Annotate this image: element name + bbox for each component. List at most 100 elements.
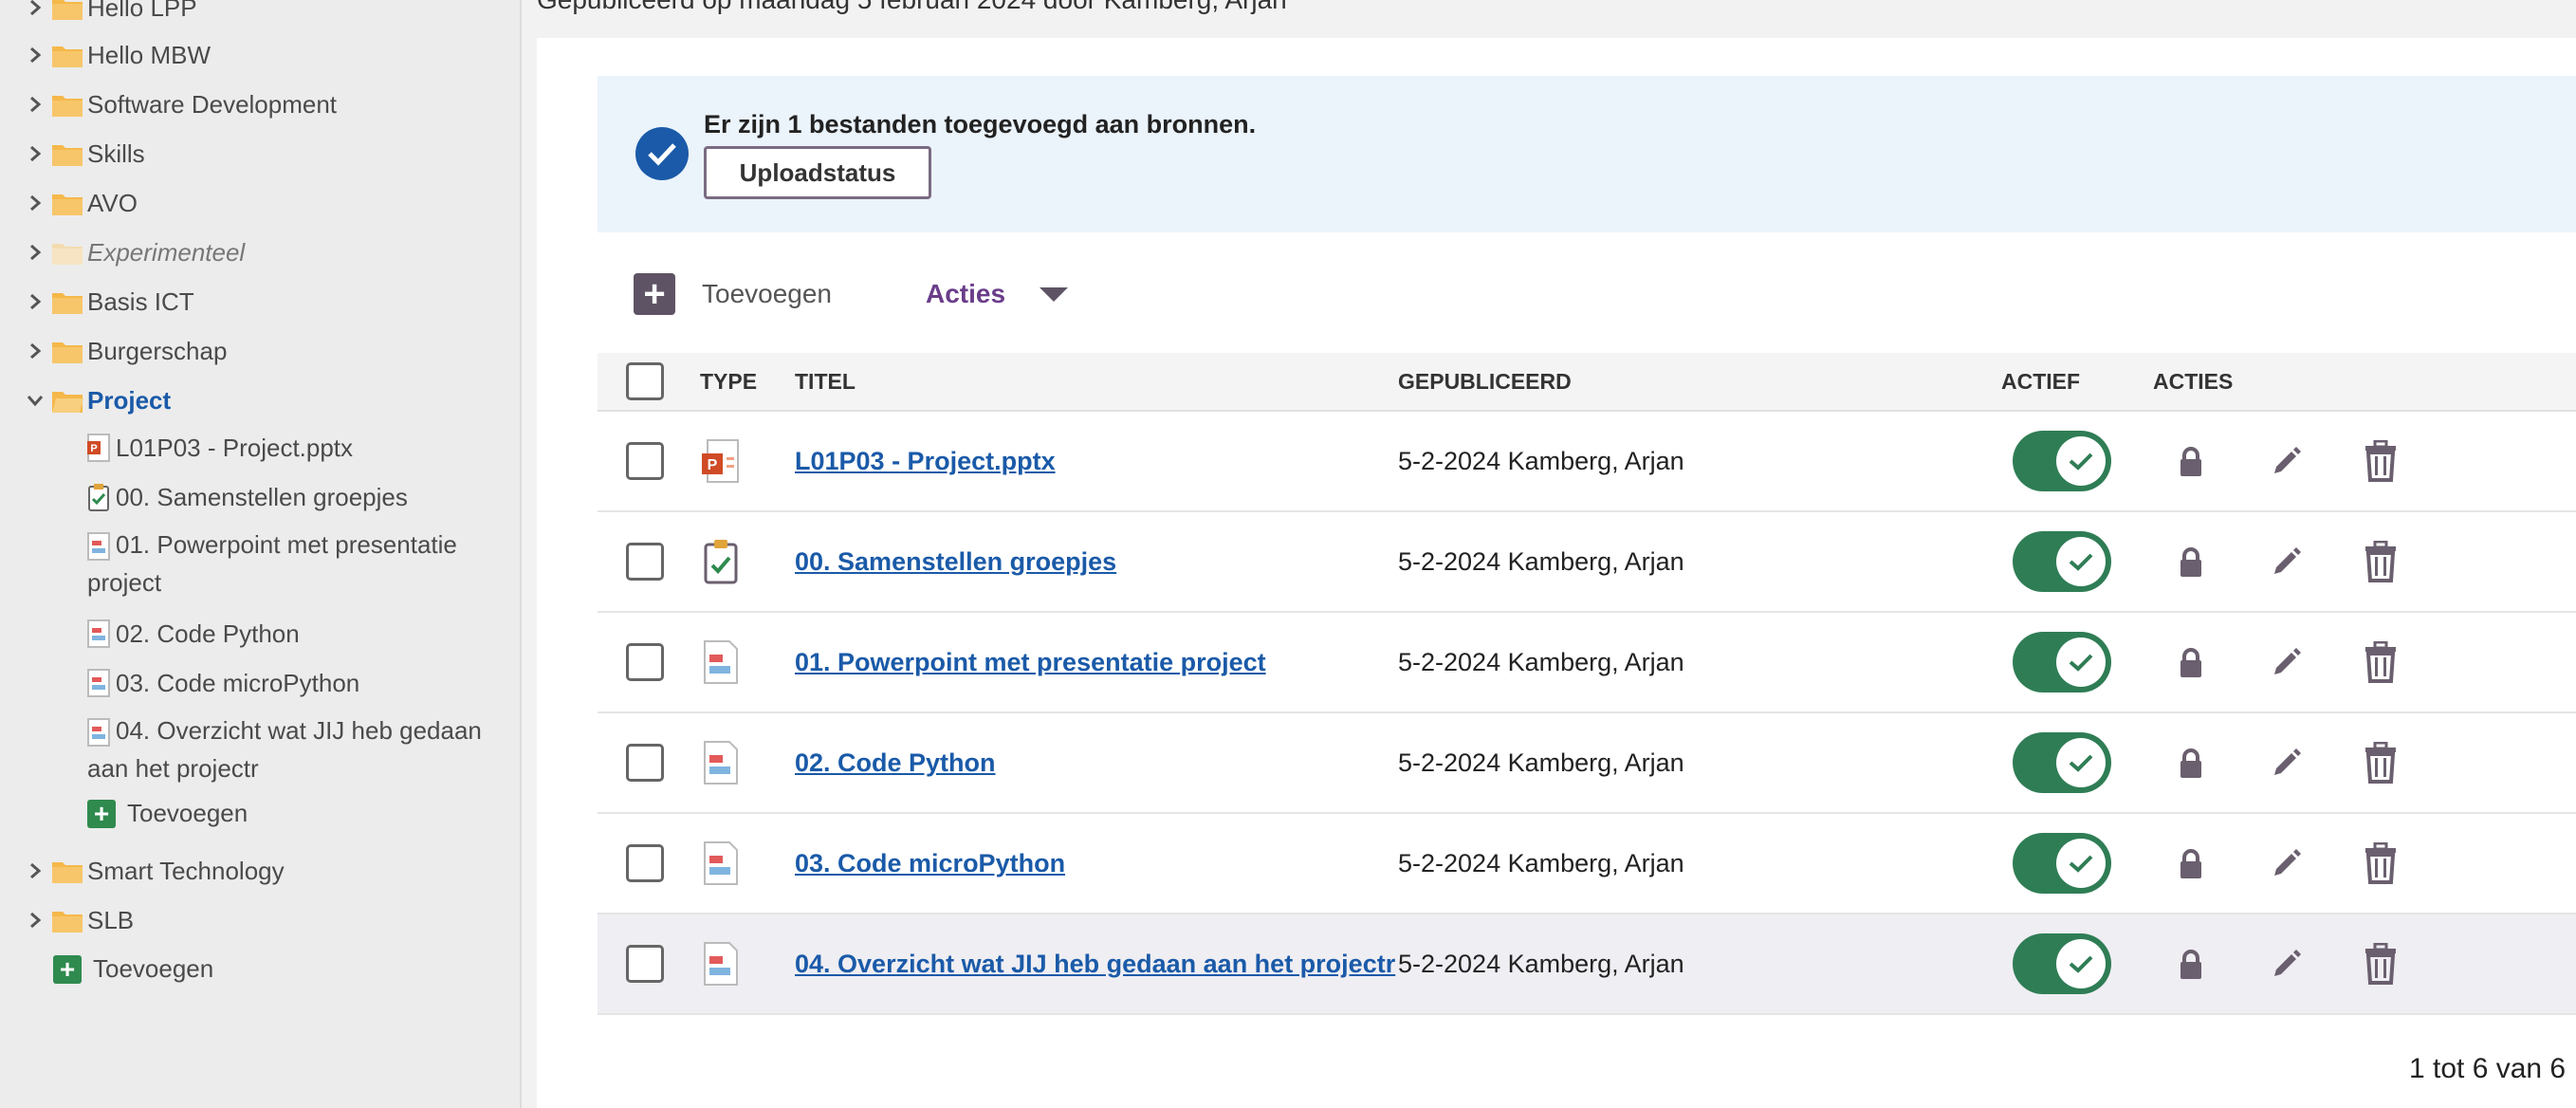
lock-icon[interactable] xyxy=(2178,949,2204,981)
row-checkbox[interactable] xyxy=(626,543,664,581)
tree-folder-label: Experimenteel xyxy=(87,237,246,267)
chevron-right-icon[interactable] xyxy=(27,96,44,113)
chevron-right-icon[interactable] xyxy=(27,912,44,929)
folder-icon xyxy=(52,145,83,166)
root-add-button[interactable]: + Toevoegen xyxy=(53,954,213,984)
row-published: 5-2-2024 Kamberg, Arjan xyxy=(1398,950,1684,978)
add-label: Toevoegen xyxy=(127,799,248,827)
pptx-file-icon: P xyxy=(87,434,110,463)
tree-folder-label: Hello MBW xyxy=(87,40,212,69)
upload-notice: Er zijn 1 bestanden toegevoegd aan bronn… xyxy=(598,76,2576,232)
plus-icon: + xyxy=(87,799,116,828)
row-checkbox[interactable] xyxy=(626,442,664,480)
tree-item-page[interactable]: 01. Powerpoint met presentatie project xyxy=(87,526,495,601)
page-file-icon xyxy=(704,841,738,885)
active-toggle[interactable] xyxy=(2013,833,2111,894)
folder-icon xyxy=(52,244,83,265)
chevron-right-icon[interactable] xyxy=(27,293,44,310)
notice-message: Er zijn 1 bestanden toegevoegd aan bronn… xyxy=(704,110,1257,138)
tree-item-label: L01P03 - Project.pptx xyxy=(116,434,354,463)
published-info: Gepubliceerd op maandag 5 februari 2024 … xyxy=(537,0,1287,15)
active-toggle[interactable] xyxy=(2013,632,2111,692)
chevron-right-icon[interactable] xyxy=(27,862,44,879)
folder-open-icon xyxy=(52,392,83,413)
tree-item-pptx[interactable]: P L01P03 - Project.pptx xyxy=(87,427,353,467)
project-add-button[interactable]: + Toevoegen xyxy=(87,799,248,828)
col-type[interactable]: TYPE xyxy=(700,353,757,410)
tree-folder-label: Skills xyxy=(87,138,145,168)
row-checkbox[interactable] xyxy=(626,844,664,882)
row-published: 5-2-2024 Kamberg, Arjan xyxy=(1398,447,1684,475)
table-row: 04. Overzicht wat JIJ heb gedaan aan het… xyxy=(598,914,2576,1015)
lock-icon[interactable] xyxy=(2178,546,2204,579)
row-checkbox[interactable] xyxy=(626,945,664,983)
active-toggle[interactable] xyxy=(2013,732,2111,793)
pptx-file-icon: P xyxy=(702,439,739,483)
row-title-link[interactable]: 00. Samenstellen groepjes xyxy=(795,512,1116,611)
tree-folder-label: Basis ICT xyxy=(87,286,194,316)
pencil-icon[interactable] xyxy=(2271,746,2303,778)
col-actions: ACTIES xyxy=(2153,369,2234,394)
tree-folder-label: SLB xyxy=(87,905,135,934)
trash-icon[interactable] xyxy=(2364,641,2398,683)
chevron-right-icon[interactable] xyxy=(27,0,44,16)
chevron-right-icon[interactable] xyxy=(27,145,44,162)
add-label: Toevoegen xyxy=(702,279,833,308)
pencil-icon[interactable] xyxy=(2271,947,2303,979)
trash-icon[interactable] xyxy=(2364,842,2398,884)
plus-icon: + xyxy=(53,954,82,984)
row-title-link[interactable]: L01P03 - Project.pptx xyxy=(795,412,1056,510)
active-toggle[interactable] xyxy=(2013,531,2111,592)
row-title-link[interactable]: 04. Overzicht wat JIJ heb gedaan aan het… xyxy=(795,914,1395,1013)
tree-item-page[interactable]: 04. Overzicht wat JIJ heb gedaan aan het… xyxy=(87,711,495,787)
row-checkbox[interactable] xyxy=(626,744,664,782)
chevron-right-icon[interactable] xyxy=(27,194,44,212)
lock-icon[interactable] xyxy=(2178,647,2204,679)
assignment-icon xyxy=(88,484,109,512)
trash-icon[interactable] xyxy=(2364,742,2398,784)
page-file-icon xyxy=(704,640,738,684)
active-toggle[interactable] xyxy=(2013,933,2111,994)
tree-item-page[interactable]: 02. Code Python xyxy=(87,613,300,653)
chevron-right-icon[interactable] xyxy=(27,342,44,360)
add-button[interactable]: + Toevoegen xyxy=(634,273,832,315)
active-toggle[interactable] xyxy=(2013,431,2111,491)
lock-icon[interactable] xyxy=(2178,848,2204,880)
tree-item-page[interactable]: 03. Code microPython xyxy=(87,662,359,702)
col-active[interactable]: ACTIEF xyxy=(2001,353,2080,410)
pencil-icon[interactable] xyxy=(2271,444,2303,476)
folder-icon xyxy=(52,293,83,314)
actions-dropdown[interactable]: Acties xyxy=(926,273,1069,315)
chevron-right-icon[interactable] xyxy=(27,244,44,261)
tree-item-label: 01. Powerpoint met presentatie project xyxy=(87,530,457,597)
row-title-link[interactable]: 01. Powerpoint met presentatie project xyxy=(795,613,1266,711)
row-published: 5-2-2024 Kamberg, Arjan xyxy=(1398,748,1684,777)
trash-icon[interactable] xyxy=(2364,440,2398,482)
col-title[interactable]: TITEL xyxy=(795,353,856,410)
pencil-icon[interactable] xyxy=(2271,645,2303,677)
row-published: 5-2-2024 Kamberg, Arjan xyxy=(1398,849,1684,877)
check-icon xyxy=(2056,637,2106,687)
row-title-link[interactable]: 02. Code Python xyxy=(795,713,996,812)
tree-item-assignment[interactable]: 00. Samenstellen groepjes xyxy=(87,476,408,516)
page-file-icon xyxy=(87,669,110,698)
table-row: 03. Code microPython 5-2-2024 Kamberg, A… xyxy=(598,814,2576,914)
select-all-checkbox[interactable] xyxy=(626,362,664,400)
chevron-down-icon[interactable] xyxy=(27,392,44,409)
trash-icon[interactable] xyxy=(2364,943,2398,985)
check-circle-icon xyxy=(635,127,689,180)
pencil-icon[interactable] xyxy=(2271,846,2303,878)
row-checkbox[interactable] xyxy=(626,643,664,681)
row-title-link[interactable]: 03. Code microPython xyxy=(795,814,1065,913)
actions-label: Acties xyxy=(926,279,1006,308)
table-row: P L01P03 - Project.pptx 5-2-2024 Kamberg… xyxy=(598,412,2576,512)
col-published[interactable]: GEPUBLICEERD xyxy=(1398,353,1572,410)
chevron-right-icon[interactable] xyxy=(27,46,44,64)
check-icon xyxy=(2056,537,2106,586)
trash-icon[interactable] xyxy=(2364,541,2398,582)
lock-icon[interactable] xyxy=(2178,748,2204,780)
pencil-icon[interactable] xyxy=(2271,545,2303,577)
lock-icon[interactable] xyxy=(2178,446,2204,478)
uploadstatus-button[interactable]: Uploadstatus xyxy=(704,146,931,199)
svg-text:P: P xyxy=(708,457,718,473)
